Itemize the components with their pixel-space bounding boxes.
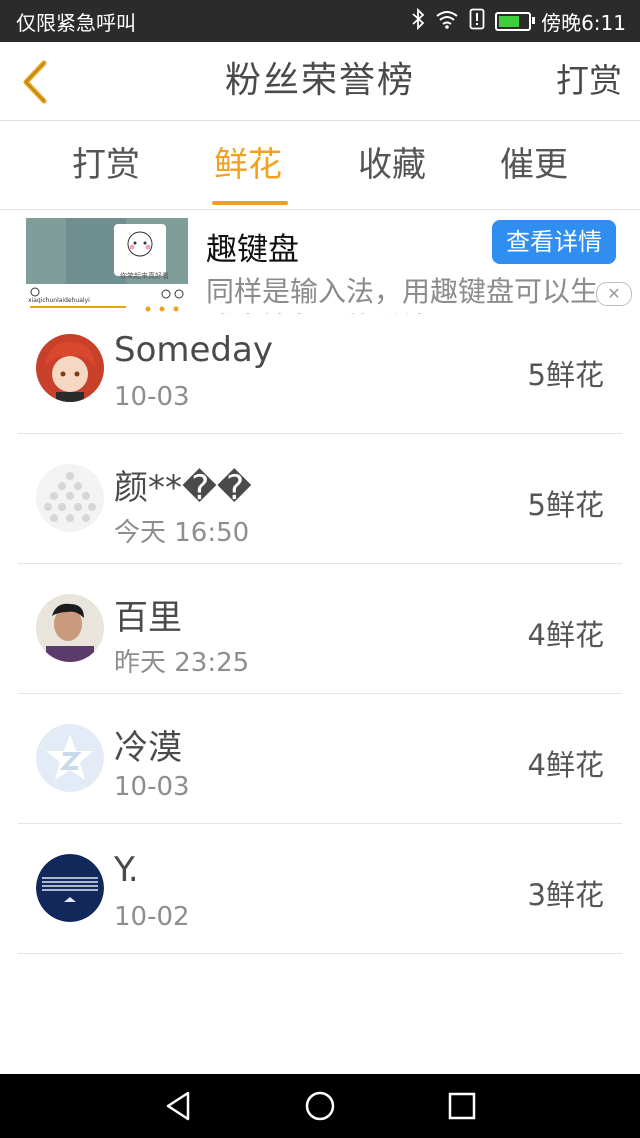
active-tab-indicator: [212, 201, 288, 205]
title-bar: 粉丝荣誉榜 打赏: [0, 42, 640, 121]
fan-name: 冷漠: [114, 728, 182, 768]
status-time: 傍晚6:11: [541, 10, 626, 35]
view-details-button[interactable]: 查看详情: [492, 220, 616, 264]
fan-time: 昨天 23:25: [114, 648, 250, 678]
status-bar: 仅限紧急呼叫 傍晚6:11: [0, 0, 640, 42]
flower-count: 5鲜花: [527, 488, 604, 522]
flower-count: 4鲜花: [527, 748, 604, 782]
fan-time: 今天 16:50: [114, 518, 250, 548]
carrier-text: 仅限紧急呼叫: [16, 10, 136, 35]
ad-thumb-pinyin: xiaqichunlaidehualyi: [28, 297, 90, 304]
ad-thumb-caption: 你笑起来真好看: [120, 271, 169, 280]
fan-name: 百里: [114, 598, 182, 638]
avatar: [36, 724, 104, 792]
wifi-icon: [435, 9, 459, 34]
tab-favorites[interactable]: 收藏: [334, 121, 450, 209]
battery-level-fill: [499, 15, 520, 27]
tab-label: 打赏: [72, 145, 140, 185]
default-star-avatar: [36, 724, 104, 792]
ad-title: 趣键盘: [206, 232, 299, 268]
fan-name: Someday: [114, 330, 273, 370]
nav-recents-icon[interactable]: [442, 1088, 482, 1124]
tab-flowers[interactable]: 鲜花: [190, 121, 306, 209]
tab-label: 催更: [500, 145, 568, 185]
ad-thumbnail: 你笑起来真好看 xiaqichunlaidehualyi: [26, 218, 188, 314]
fan-name: 颜**��: [114, 468, 252, 508]
avatar: [36, 594, 104, 662]
anime-girl-avatar: [36, 334, 104, 402]
list-item[interactable]: Y. 10-02 3鲜花: [18, 824, 622, 954]
flower-count: 5鲜花: [527, 358, 604, 392]
flower-count: 3鲜花: [527, 878, 604, 912]
ad-close-icon[interactable]: ✕: [596, 282, 632, 306]
tab-label: 收藏: [358, 145, 426, 185]
reward-button[interactable]: 打赏: [556, 42, 622, 120]
tab-label: 鲜花: [214, 145, 282, 185]
fan-name: Y.: [114, 850, 139, 890]
nav-back-icon[interactable]: [158, 1088, 198, 1124]
grey-pattern-avatar: [36, 464, 104, 532]
ad-banner[interactable]: 你笑起来真好看 xiaqichunlaidehualyi 趣键盘 查看详情 同样…: [0, 210, 640, 314]
bluetooth-icon: [411, 7, 425, 35]
avatar: [36, 334, 104, 402]
list-item[interactable]: 颜**�� 今天 16:50 5鲜花: [18, 434, 622, 564]
fan-time: 10-03: [114, 772, 190, 802]
alert-icon: [469, 8, 485, 35]
tab-reward[interactable]: 打赏: [48, 121, 164, 209]
list-item[interactable]: 百里 昨天 23:25 4鲜花: [18, 564, 622, 694]
avatar: [36, 464, 104, 532]
system-nav-bar: [0, 1074, 640, 1138]
flower-count: 4鲜花: [527, 618, 604, 652]
blue-stripes-avatar: [36, 854, 104, 922]
nav-home-icon[interactable]: [300, 1088, 340, 1124]
page-title: 粉丝荣誉榜: [224, 60, 415, 101]
status-icons: 傍晚6:11: [411, 7, 626, 36]
list-item[interactable]: 冷漠 10-03 4鲜花: [18, 694, 622, 824]
ad-thumbnail-art: 你笑起来真好看 xiaqichunlaidehualyi: [26, 218, 188, 314]
fan-time: 10-02: [114, 902, 190, 932]
list-item[interactable]: Someday 10-03 5鲜花: [18, 304, 622, 434]
fan-time: 10-03: [114, 382, 190, 412]
battery-charging-icon: [495, 11, 536, 31]
tab-urge-update[interactable]: 催更: [476, 121, 592, 209]
tab-bar: 打赏 鲜花 收藏 催更: [0, 121, 640, 210]
avatar: [36, 854, 104, 922]
photo-avatar: [36, 594, 104, 662]
